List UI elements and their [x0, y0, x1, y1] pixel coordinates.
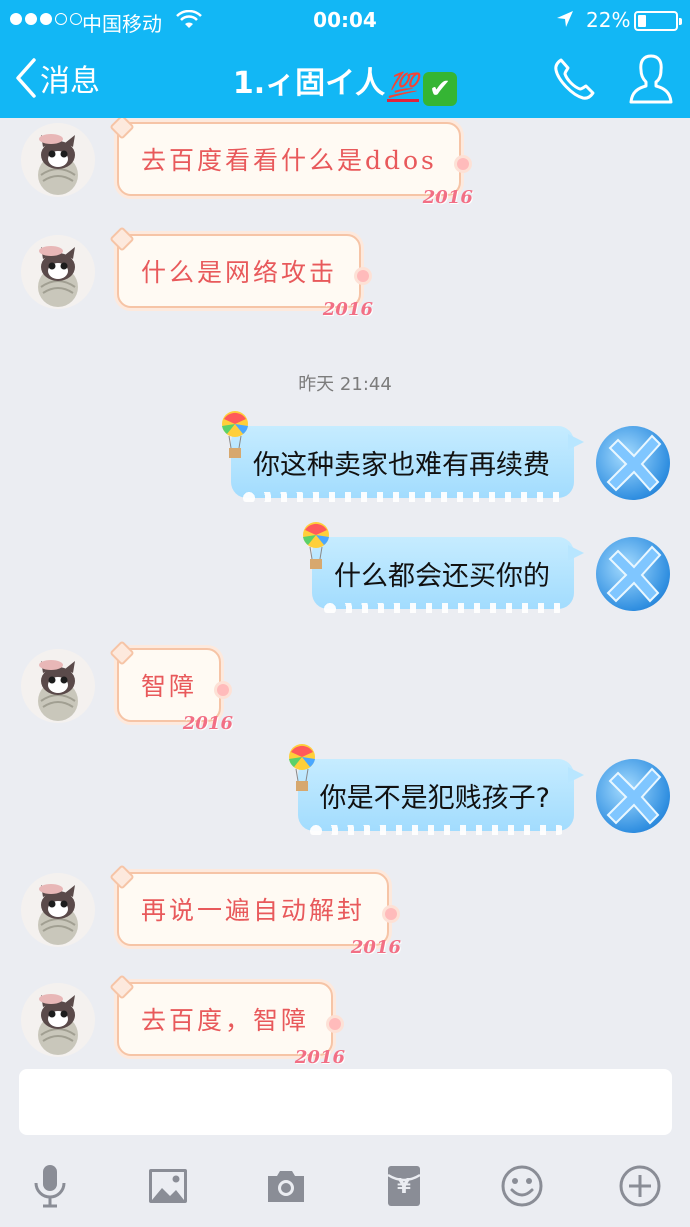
bubble-sticker: 2016 [422, 187, 473, 208]
message-text: 什么都会还买你的 [334, 560, 550, 592]
emoji-button[interactable] [492, 1156, 552, 1216]
balloon-sticker-icon [303, 522, 329, 569]
contact-avatar[interactable] [21, 873, 95, 947]
composer-toolbar: ¥ [0, 1156, 690, 1216]
contact-avatar[interactable] [21, 235, 95, 309]
message-bubble[interactable]: 再说一遍自动解封 2016 [109, 864, 401, 958]
contact-avatar[interactable] [21, 123, 95, 197]
photo-button[interactable] [138, 1156, 198, 1216]
red-packet-symbol: ¥ [397, 1174, 411, 1198]
emoji-icon [501, 1165, 543, 1207]
contact-avatar[interactable] [21, 983, 95, 1057]
hundred-points-emoji: 💯 [387, 71, 420, 102]
message-text: 再说一遍自动解封 [141, 896, 366, 925]
message-timestamp: 昨天 21:44 [298, 374, 392, 395]
location-arrow-icon [555, 9, 575, 34]
battery-icon [634, 11, 682, 31]
message-bubble[interactable]: 去百度，智障 2016 [109, 974, 345, 1064]
message-row-received: 智障 2016 [0, 640, 690, 736]
navigation-bar: 消息 1.ィ固イ人 💯 ✔ [0, 40, 690, 118]
red-packet-button[interactable]: ¥ [374, 1156, 434, 1216]
image-icon [149, 1169, 187, 1203]
message-text: 你这种卖家也难有再续费 [253, 449, 550, 481]
chat-title-text: 1.ィ固イ人 [232, 66, 386, 101]
message-text: 去百度，智障 [141, 1006, 310, 1035]
contact-avatar[interactable] [21, 649, 95, 723]
message-bubble[interactable]: 智障 2016 [109, 640, 233, 734]
contact-profile-button[interactable] [628, 52, 676, 106]
message-row-sent: 你这种卖家也难有再续费 [0, 411, 690, 506]
message-text: 智障 [141, 672, 198, 701]
chevron-left-icon [16, 58, 36, 98]
bubble-sticker: 2016 [350, 937, 402, 958]
message-bubble[interactable]: 去百度看看什么是ddos 2016 [109, 118, 473, 208]
my-avatar[interactable] [596, 537, 670, 611]
voice-call-button[interactable] [552, 56, 600, 104]
check-mark-emoji: ✔ [423, 72, 458, 106]
message-text: 什么是网络攻击 [141, 258, 338, 287]
message-text: 去百度看看什么是ddos [141, 146, 437, 175]
bubble-sticker: 2016 [322, 299, 374, 320]
back-button[interactable]: 消息 [14, 54, 100, 102]
microphone-icon [34, 1165, 66, 1208]
flower-sticker-icon [217, 684, 230, 696]
flower-sticker-icon [329, 1018, 342, 1030]
message-list[interactable]: 去百度看看什么是ddos 2016 什么是网络攻击 2016 昨天 21:44 … [0, 118, 690, 1064]
message-row-received: 去百度，智障 2016 [0, 974, 690, 1064]
flower-sticker-icon [456, 158, 469, 170]
message-row-received: 再说一遍自动解封 2016 [0, 864, 690, 960]
message-row-received: 什么是网络攻击 2016 [0, 226, 690, 322]
balloon-sticker-icon [288, 744, 315, 791]
camera-button[interactable] [256, 1156, 316, 1216]
bubble-sticker: 2016 [294, 1047, 346, 1064]
message-bubble[interactable]: 什么都会还买你的 [303, 522, 584, 613]
message-text: 你是不是犯贱孩子? [319, 782, 550, 814]
my-avatar[interactable] [596, 759, 670, 833]
status-bar: 中国移动 00:04 22% [0, 0, 690, 40]
back-label: 消息 [40, 64, 100, 99]
composer: ¥ [0, 1064, 690, 1227]
phone-icon [554, 58, 595, 100]
flower-sticker-icon [357, 270, 370, 282]
my-avatar[interactable] [596, 426, 670, 500]
bubble-sticker: 2016 [182, 713, 234, 734]
message-bubble[interactable]: 你这种卖家也难有再续费 [222, 411, 584, 502]
message-input[interactable] [19, 1069, 672, 1135]
top-bar: 中国移动 00:04 22% 消息 1.ィ固イ人 💯 ✔ [0, 0, 690, 118]
message-bubble[interactable]: 你是不是犯贱孩子? [288, 744, 584, 835]
camera-icon [268, 1171, 304, 1202]
person-icon [629, 54, 673, 104]
plus-icon [619, 1165, 661, 1207]
message-bubble[interactable]: 什么是网络攻击 2016 [109, 226, 373, 320]
flower-sticker-icon [385, 908, 398, 920]
voice-input-button[interactable] [20, 1156, 80, 1216]
balloon-sticker-icon [222, 411, 248, 458]
message-row-received: 去百度看看什么是ddos 2016 [0, 118, 690, 210]
battery-percent: 22% [586, 8, 631, 32]
more-actions-button[interactable] [610, 1156, 670, 1216]
message-row-sent: 你是不是犯贱孩子? [0, 744, 690, 839]
message-row-sent: 什么都会还买你的 [0, 522, 690, 617]
